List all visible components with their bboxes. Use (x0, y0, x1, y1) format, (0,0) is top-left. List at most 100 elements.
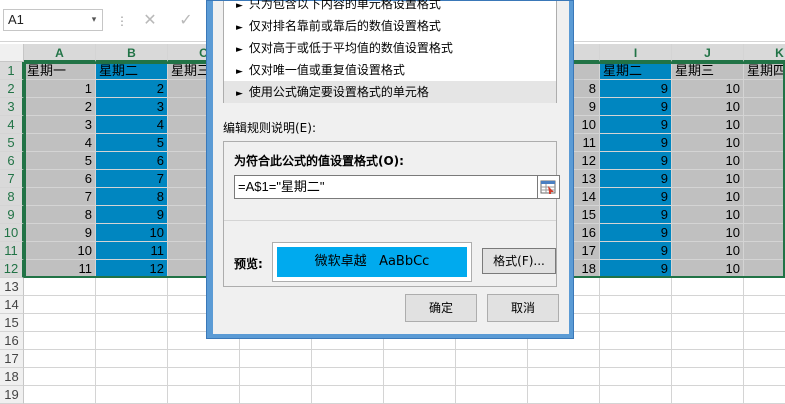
select-all-corner[interactable] (0, 44, 24, 62)
grid-cell[interactable] (96, 278, 168, 296)
grid-cell[interactable] (744, 332, 785, 350)
grid-cell[interactable] (744, 206, 785, 224)
grid-cell[interactable]: 10 (672, 98, 744, 116)
row-header[interactable]: 14 (0, 296, 24, 314)
range-select-button[interactable] (538, 175, 560, 199)
grid-cell[interactable]: 1 (24, 80, 96, 98)
chevron-down-icon[interactable]: ▾ (86, 9, 102, 31)
grid-cell[interactable] (744, 224, 785, 242)
grid-cell[interactable] (24, 350, 96, 368)
grid-cell[interactable]: 9 (600, 152, 672, 170)
grid-cell[interactable] (672, 386, 744, 404)
grid-cell[interactable]: 6 (96, 152, 168, 170)
row-header[interactable]: 3 (0, 98, 24, 116)
row-header[interactable]: 4 (0, 116, 24, 134)
grid-cell[interactable] (96, 332, 168, 350)
grid-cell[interactable]: 星期二 (600, 62, 672, 80)
grid-cell[interactable] (24, 314, 96, 332)
grid-cell[interactable]: 10 (672, 170, 744, 188)
grid-cell[interactable] (600, 296, 672, 314)
grid-cell[interactable] (96, 368, 168, 386)
row-header[interactable]: 16 (0, 332, 24, 350)
row-header[interactable]: 15 (0, 314, 24, 332)
column-header[interactable]: J (672, 44, 744, 62)
grid-cell[interactable] (240, 350, 312, 368)
rule-type-item[interactable]: ► 仅对排名靠前或靠后的数值设置格式 (224, 15, 556, 37)
grid-cell[interactable]: 10 (672, 242, 744, 260)
rule-type-item[interactable]: ► 只为包含以下内容的单元格设置格式 (224, 0, 556, 15)
grid-cell[interactable]: 9 (600, 80, 672, 98)
grid-cell[interactable]: 9 (600, 98, 672, 116)
formula-input[interactable]: =A$1="星期二" (234, 175, 538, 199)
row-header[interactable]: 5 (0, 134, 24, 152)
row-header[interactable]: 7 (0, 170, 24, 188)
grid-cell[interactable] (600, 350, 672, 368)
grid-cell[interactable] (600, 386, 672, 404)
grid-cell[interactable] (96, 296, 168, 314)
grid-cell[interactable]: 10 (672, 260, 744, 278)
grid-cell[interactable] (672, 296, 744, 314)
grid-cell[interactable]: 5 (96, 134, 168, 152)
grid-cell[interactable] (744, 80, 785, 98)
grid-cell[interactable]: 9 (600, 224, 672, 242)
grid-cell[interactable]: 10 (672, 188, 744, 206)
grid-cell[interactable]: 9 (600, 188, 672, 206)
grid-cell[interactable] (24, 296, 96, 314)
grid-cell[interactable]: 2 (24, 98, 96, 116)
grid-cell[interactable]: 7 (96, 170, 168, 188)
row-header[interactable]: 10 (0, 224, 24, 242)
grid-cell[interactable] (600, 368, 672, 386)
grid-cell[interactable] (744, 188, 785, 206)
grid-cell[interactable]: 星期二 (96, 62, 168, 80)
grid-cell[interactable] (24, 332, 96, 350)
grid-cell[interactable] (600, 314, 672, 332)
grid-cell[interactable]: 9 (600, 260, 672, 278)
grid-cell[interactable] (744, 116, 785, 134)
grid-cell[interactable]: 8 (96, 188, 168, 206)
grid-cell[interactable] (456, 368, 528, 386)
grid-cell[interactable] (744, 260, 785, 278)
grid-cell[interactable] (240, 368, 312, 386)
row-header[interactable]: 19 (0, 386, 24, 404)
grid-cell[interactable]: 4 (24, 134, 96, 152)
grid-cell[interactable] (672, 350, 744, 368)
grid-cell[interactable] (240, 386, 312, 404)
grid-cell[interactable] (312, 368, 384, 386)
grid-cell[interactable]: 9 (600, 242, 672, 260)
row-header[interactable]: 6 (0, 152, 24, 170)
grid-cell[interactable]: 8 (24, 206, 96, 224)
row-header[interactable]: 18 (0, 368, 24, 386)
grid-cell[interactable] (24, 368, 96, 386)
grid-cell[interactable] (168, 368, 240, 386)
grid-cell[interactable]: 星期三 (672, 62, 744, 80)
row-header[interactable]: 9 (0, 206, 24, 224)
grid-cell[interactable]: 11 (24, 260, 96, 278)
grid-cell[interactable] (672, 368, 744, 386)
grid-cell[interactable]: 9 (96, 206, 168, 224)
row-header[interactable]: 8 (0, 188, 24, 206)
grid-cell[interactable] (600, 278, 672, 296)
grid-cell[interactable] (312, 386, 384, 404)
grid-cell[interactable]: 10 (672, 224, 744, 242)
grid-cell[interactable]: 9 (600, 206, 672, 224)
grid-cell[interactable] (672, 332, 744, 350)
grid-cell[interactable] (672, 278, 744, 296)
grid-cell[interactable] (96, 314, 168, 332)
grid-cell[interactable]: 7 (24, 188, 96, 206)
grid-cell[interactable]: 10 (672, 116, 744, 134)
row-header[interactable]: 1 (0, 62, 24, 80)
grid-cell[interactable]: 6 (24, 170, 96, 188)
grid-cell[interactable] (312, 350, 384, 368)
row-header[interactable]: 12 (0, 260, 24, 278)
grid-cell[interactable] (96, 386, 168, 404)
grid-cell[interactable]: 9 (600, 116, 672, 134)
cancel-icon[interactable]: ✕ (140, 10, 160, 30)
grid-cell[interactable]: 10 (672, 152, 744, 170)
grid-cell[interactable] (744, 170, 785, 188)
grid-cell[interactable] (744, 296, 785, 314)
grid-cell[interactable] (24, 278, 96, 296)
grid-cell[interactable]: 12 (96, 260, 168, 278)
grid-cell[interactable] (384, 350, 456, 368)
grid-cell[interactable]: 星期一 (24, 62, 96, 80)
grid-cell[interactable]: 10 (672, 134, 744, 152)
